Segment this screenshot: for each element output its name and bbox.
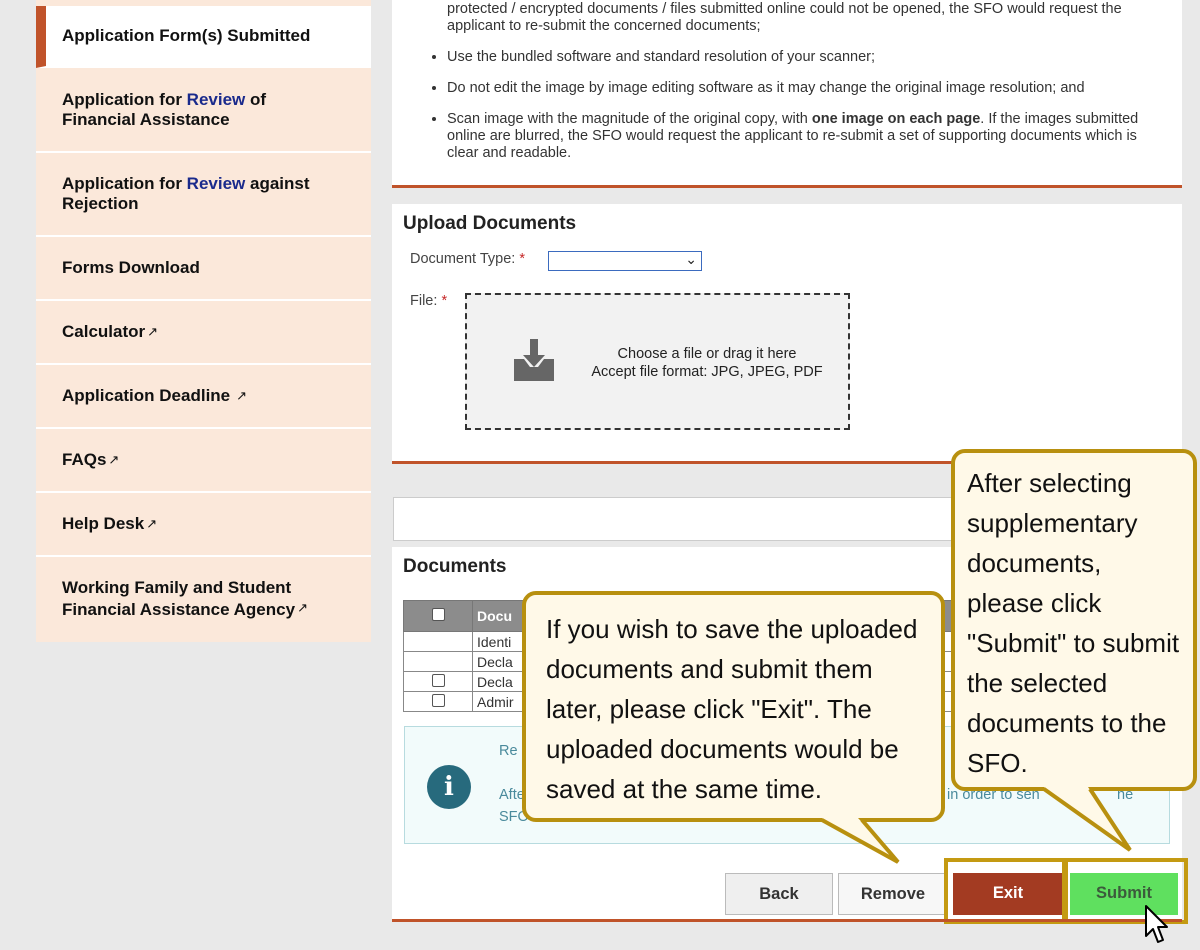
callout-tails xyxy=(821,787,1132,864)
mouse-cursor-icon xyxy=(1145,905,1168,943)
